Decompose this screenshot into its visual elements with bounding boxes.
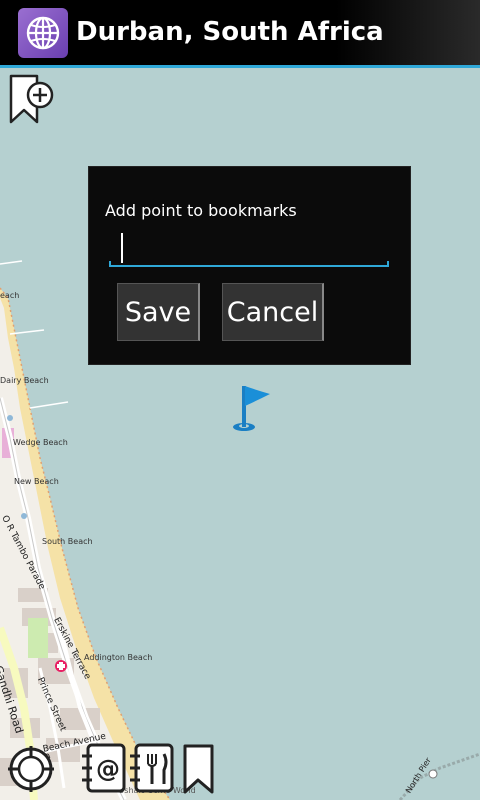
bookmark-icon[interactable] xyxy=(182,744,216,796)
dialog-label: Add point to bookmarks xyxy=(105,201,297,220)
restaurant-icon[interactable] xyxy=(128,742,176,796)
page-title: Durban, South Africa xyxy=(76,17,384,47)
input-underline xyxy=(109,261,389,267)
map-label-each: each xyxy=(0,291,20,300)
map-label-addington-beach: Addington Beach xyxy=(84,653,153,662)
contacts-icon[interactable]: @ xyxy=(80,742,128,796)
title-bar: Durban, South Africa xyxy=(0,0,480,68)
bookmark-name-input[interactable] xyxy=(109,229,405,269)
save-button[interactable]: Save xyxy=(117,283,200,341)
flag-marker-icon[interactable] xyxy=(228,382,276,434)
add-bookmark-dialog: Add point to bookmarks Save Cancel xyxy=(88,166,411,365)
compass-icon[interactable] xyxy=(6,744,56,794)
cancel-button[interactable]: Cancel xyxy=(222,283,324,341)
map-label-dairy-beach: Dairy Beach xyxy=(0,376,49,385)
map-label-wedge-beach: Wedge Beach xyxy=(13,438,68,447)
map-label-south-beach: South Beach xyxy=(42,537,93,546)
map-label-new-beach: New Beach xyxy=(14,477,59,486)
svg-text:@: @ xyxy=(96,755,120,783)
add-bookmark-icon[interactable] xyxy=(8,74,56,126)
text-caret xyxy=(121,233,123,263)
globe-icon[interactable] xyxy=(18,8,68,58)
